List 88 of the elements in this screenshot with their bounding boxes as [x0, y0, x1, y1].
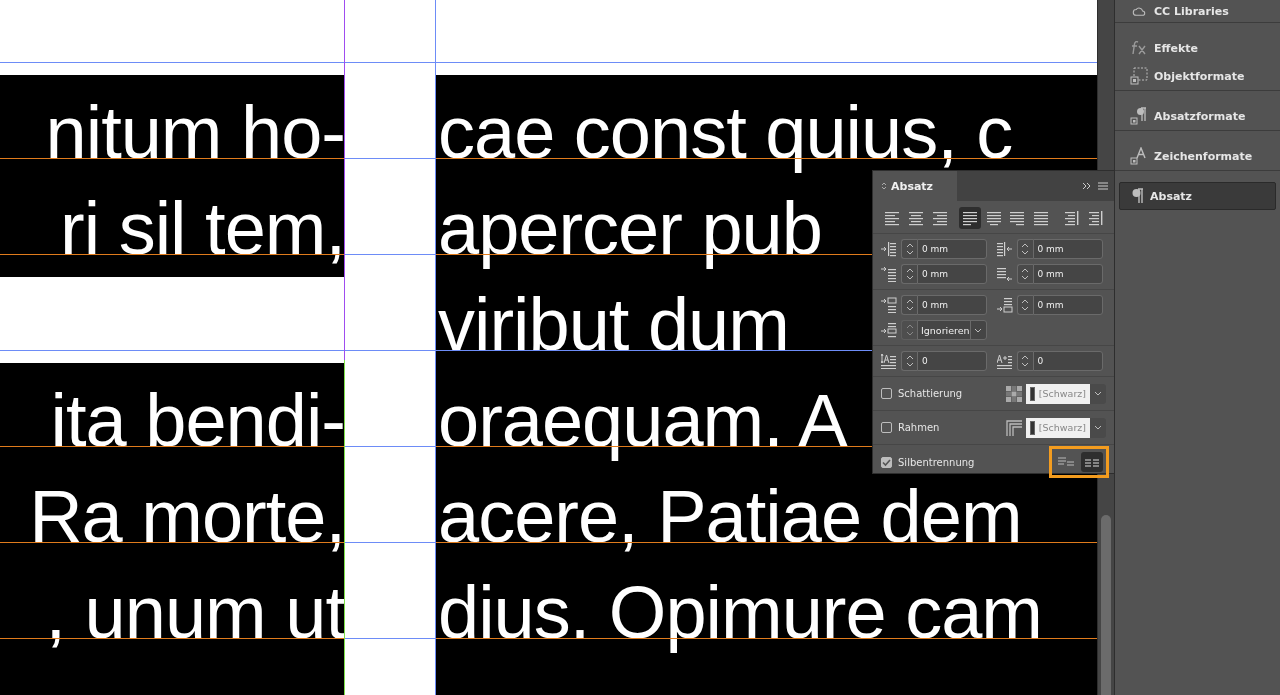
object-styles-icon	[1130, 67, 1148, 85]
shading-icon	[1006, 385, 1022, 402]
drop-lines-icon	[881, 353, 897, 369]
text-line: acere, Patiae dem	[437, 476, 1022, 558]
character-styles-icon	[1130, 147, 1148, 165]
text-line: ri sil tem,	[60, 188, 345, 270]
align-lines-icon	[1063, 210, 1080, 226]
align-lines-icon	[907, 210, 924, 226]
number-field[interactable]: 0 mm	[917, 239, 987, 259]
creative-cloud-icon	[1130, 6, 1148, 16]
left-indent-icon	[881, 241, 897, 257]
text-line: cae const quius, c	[437, 92, 1013, 174]
stepper-arrows-icon	[1021, 298, 1029, 312]
align-lines-icon	[1087, 210, 1104, 226]
collapse-icon[interactable]	[1082, 182, 1092, 190]
text-lines-icon	[1058, 457, 1074, 467]
number-field[interactable]: 0	[917, 351, 987, 371]
checkbox-label: Rahmen	[898, 422, 941, 433]
panel-tab[interactable]: Absatzformate	[1119, 102, 1276, 130]
panel-tab[interactable]: Objektformate	[1119, 62, 1276, 90]
stepper-button[interactable]	[1016, 239, 1033, 259]
paragraph-styles-icon	[1130, 107, 1148, 125]
grid-align-icon	[881, 322, 897, 338]
align-lines-icon	[883, 210, 900, 226]
border-icon	[1006, 419, 1022, 436]
panel-tab[interactable]: Absatz	[1119, 182, 1276, 210]
stepper-button[interactable]	[1016, 351, 1033, 371]
checkbox-label: Silbentrennung	[898, 456, 976, 468]
right-indent-icon	[996, 241, 1013, 257]
checkbox[interactable]	[881, 422, 892, 433]
last-line-icon	[996, 266, 1013, 282]
stepper-button[interactable]	[1016, 264, 1033, 284]
updown-icon	[881, 181, 887, 191]
checkbox-label: Schattierung	[898, 388, 964, 399]
panel-tab[interactable]: Effekte	[1119, 34, 1276, 62]
stepper-arrows-icon	[905, 242, 914, 256]
first-line-icon	[881, 266, 897, 282]
stepper-arrows-icon	[905, 354, 914, 368]
text-lines-icon	[1084, 457, 1100, 467]
scrollbar[interactable]	[1101, 515, 1111, 695]
stepper-button[interactable]	[901, 295, 917, 315]
align-lines-icon	[961, 210, 978, 226]
caret-icon	[1094, 391, 1102, 396]
text-line: dius. Opimure cam	[437, 572, 1042, 654]
align-lines-icon	[931, 210, 948, 226]
panel-tab[interactable]: CC Libraries	[1119, 0, 1276, 22]
menu-icon[interactable]	[1098, 181, 1108, 191]
drop-chars-icon	[996, 353, 1013, 369]
number-field[interactable]: 0 mm	[1032, 239, 1103, 259]
checkmark-icon	[882, 457, 891, 467]
stepper-arrows-icon	[1021, 267, 1029, 281]
stepper-button[interactable]	[901, 351, 917, 371]
caret-icon	[974, 327, 983, 333]
caret-icon	[1094, 425, 1102, 430]
number-field[interactable]: 0	[1032, 351, 1103, 371]
panel-tab[interactable]: Zeichenformate	[1119, 142, 1276, 170]
number-field[interactable]: 0 mm	[1032, 264, 1103, 284]
stepper-arrows-icon	[1021, 242, 1029, 256]
pilcrow-icon	[1130, 188, 1144, 204]
align-lines-icon	[985, 210, 1002, 226]
number-field[interactable]: 0 mm	[917, 264, 987, 284]
text-line: oraequam. A	[437, 380, 847, 462]
grid-align-dropdown[interactable]: Ignorieren	[917, 320, 987, 340]
stepper-button[interactable]	[901, 264, 917, 284]
text-line: apercer pub	[437, 188, 822, 270]
text-line: nitum ho-	[45, 92, 345, 174]
text-line: Ra morte,	[29, 476, 345, 558]
stepper-arrows-icon	[1021, 354, 1029, 368]
number-field[interactable]: 0 mm	[917, 295, 987, 315]
stepper-button[interactable]	[901, 239, 917, 259]
text-line: , unum ut	[45, 572, 345, 654]
text-line: viribut dum	[437, 284, 789, 366]
panel-tab[interactable]: Absatz	[873, 171, 958, 201]
composer-button[interactable]	[1081, 452, 1103, 472]
checkbox[interactable]	[881, 456, 892, 468]
space-before-icon	[881, 297, 897, 313]
align-button[interactable]	[958, 207, 981, 229]
fx-icon	[1130, 40, 1148, 56]
checkbox[interactable]	[881, 388, 892, 399]
align-lines-icon	[1009, 210, 1026, 226]
text-line: ita bendi-	[50, 380, 345, 462]
number-field[interactable]: 0 mm	[1032, 295, 1103, 315]
stepper-button[interactable]	[1016, 295, 1033, 315]
stepper-arrows-icon	[905, 267, 914, 281]
align-lines-icon	[1033, 210, 1050, 226]
stepper-arrows-icon	[905, 298, 914, 312]
stepper-arrows-icon	[905, 323, 914, 337]
space-after-icon	[996, 297, 1013, 313]
